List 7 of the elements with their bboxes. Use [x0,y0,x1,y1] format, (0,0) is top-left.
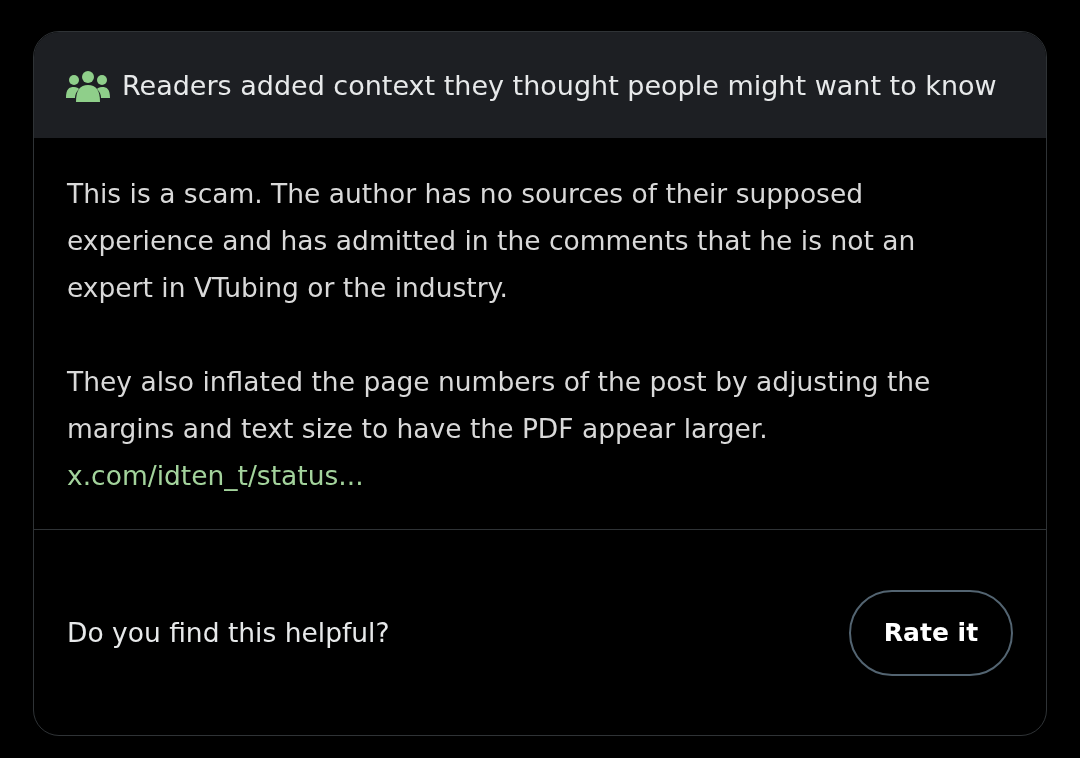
note-paragraph: This is a scam. The author has no sources of their supposed experience and has admitted in the comments that he is not an expert in VTubing or the industry. [67,177,917,305]
rate-button[interactable]: Rate it [849,589,1013,676]
helpful-question: Do you find this helpful? [67,617,390,648]
note-paragraph: They also inflated the page numbers of the post by adjusting the margins and text size to have the PDF appear larger. [67,365,932,446]
note-title: Readers added context they thought people might want to know [122,69,997,103]
source-link[interactable]: x.com/idten_t/status... [67,452,364,499]
people-icon [66,70,110,102]
